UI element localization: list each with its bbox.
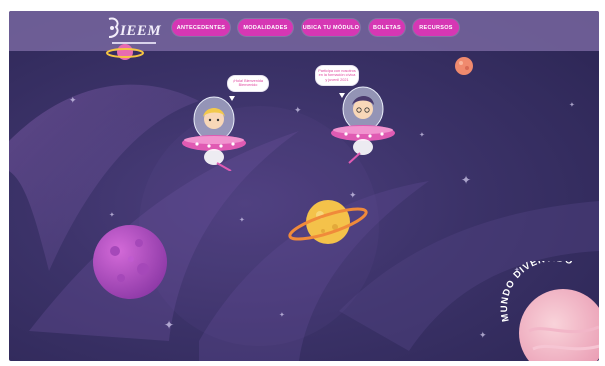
star-icon: ✦ bbox=[164, 318, 175, 332]
space-scene: ✦ ✦ ✦ ✦ ✦ ✦ ✦ ✦ ✦ ✦ ✦ ✦ IEEM ANTECEDENTE… bbox=[9, 11, 599, 361]
menu-ubica-modulo-button[interactable]: UBICA TU MÓDULO bbox=[302, 19, 360, 36]
star-icon: ✦ bbox=[419, 132, 425, 139]
star-icon: ✦ bbox=[279, 312, 285, 319]
speech-bubble-left: ¡Hola! Bienvenida Bienvenido bbox=[227, 75, 269, 92]
speech-bubble-right-text: Participa con nosotros en la formación c… bbox=[318, 69, 356, 82]
small-orange-planet bbox=[455, 57, 473, 75]
top-navigation: IEEM ANTECEDENTES MODALIDADES UBICA TU M… bbox=[9, 11, 599, 51]
star-icon: ✦ bbox=[479, 330, 487, 340]
yellow-ringed-planet[interactable] bbox=[287, 191, 369, 253]
mundo-divertido-planet[interactable]: MUNDO DIVERTIDO bbox=[499, 261, 599, 361]
purple-planet[interactable] bbox=[91, 223, 169, 301]
ufo-girl-character[interactable] bbox=[179, 91, 249, 171]
star-icon: ✦ bbox=[461, 173, 472, 187]
logo-text: IEEM bbox=[120, 23, 162, 39]
small-ringed-planet bbox=[106, 44, 144, 60]
star-icon: ✦ bbox=[294, 105, 302, 115]
menu-modalidades-button[interactable]: MODALIDADES bbox=[238, 19, 293, 36]
menu-antecedentes-button[interactable]: ANTECEDENTES bbox=[172, 19, 230, 36]
ufo-boy-character[interactable] bbox=[327, 81, 399, 165]
speech-bubble-left-text: ¡Hola! Bienvenida Bienvenido bbox=[233, 79, 263, 88]
star-icon: ✦ bbox=[69, 95, 77, 105]
menu-boletas-button[interactable]: BOLETAS bbox=[369, 19, 405, 36]
star-icon: ✦ bbox=[569, 102, 575, 109]
menu-recursos-button[interactable]: RECURSOS bbox=[413, 19, 459, 36]
star-icon: ✦ bbox=[109, 212, 115, 219]
star-icon: ✦ bbox=[239, 217, 245, 224]
